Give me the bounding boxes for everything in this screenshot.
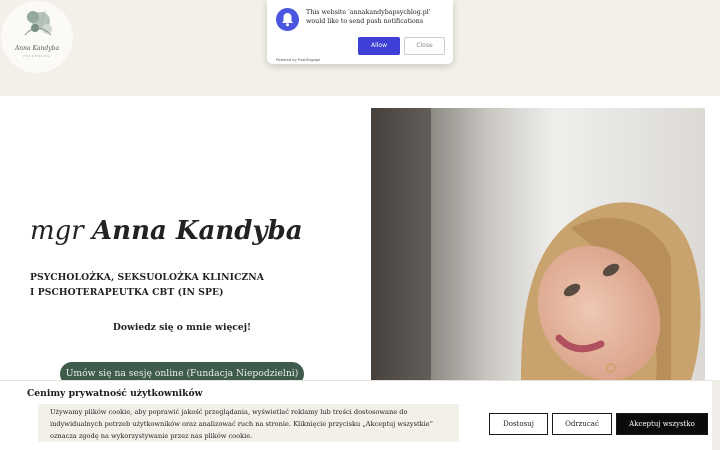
scrollbar[interactable]: [712, 380, 720, 450]
allow-button[interactable]: Allow: [358, 37, 400, 55]
page-title: mgr Anna Kandyba: [30, 216, 303, 246]
page-subtitle: PSYCHOLOŻKA, SEKSUOLOŻKA KLINICZNA I PSC…: [30, 272, 265, 298]
customize-button[interactable]: Dostosuj: [489, 413, 548, 435]
powered-by-link[interactable]: Powered by PushEngage: [276, 58, 320, 62]
title-prefix: mgr: [30, 216, 84, 246]
cookie-title: Cenimy prywatność użytkowników: [27, 388, 203, 399]
bell-icon: [276, 8, 299, 31]
cookie-description-box: Używamy plików cookie, aby poprawić jako…: [38, 404, 459, 442]
site-logo[interactable]: Anna Kandyba PSYCHOLOG: [1, 1, 73, 73]
logo-tagline: PSYCHOLOG: [23, 54, 51, 58]
logo-name: Anna Kandyba: [14, 45, 60, 52]
floral-logo-icon: [24, 10, 52, 36]
about-me-link[interactable]: Dowiedz się o mnie więcej!: [60, 322, 304, 333]
reject-button[interactable]: Odrzucać: [552, 413, 612, 435]
push-notification-prompt: This website 'annakandybapsychlog.pl' wo…: [267, 0, 453, 64]
push-message: This website 'annakandybapsychlog.pl' wo…: [306, 9, 431, 25]
cookie-description: Używamy plików cookie, aby poprawić jako…: [50, 408, 434, 440]
cookie-consent-banner: Cenimy prywatność użytkowników Używamy p…: [0, 380, 720, 450]
title-name: Anna Kandyba: [92, 216, 303, 246]
accept-all-button[interactable]: Akceptuj wszystko: [616, 413, 708, 435]
close-button[interactable]: Close: [404, 37, 445, 55]
portrait-photo: [371, 108, 705, 380]
